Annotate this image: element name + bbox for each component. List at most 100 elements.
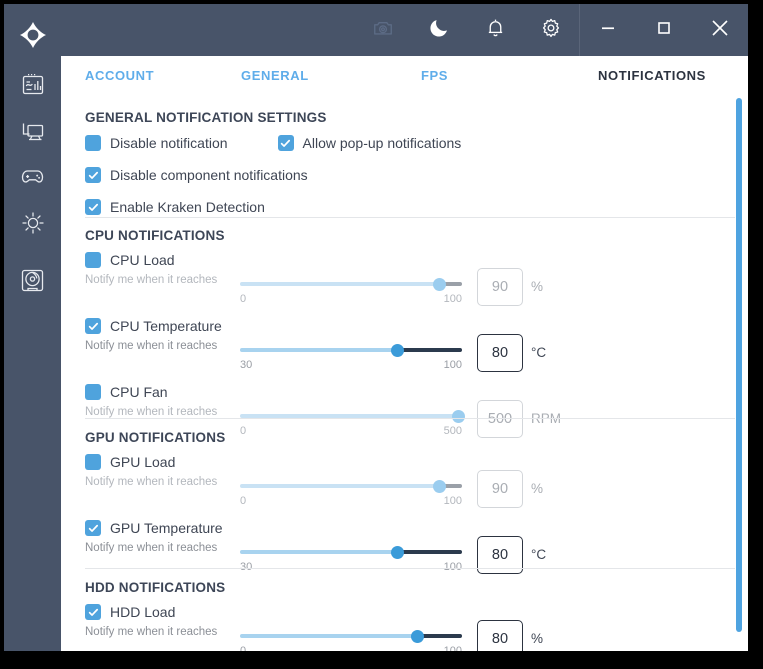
- close-button[interactable]: [692, 4, 748, 56]
- general-checkbox-row-2: Disable component notifications: [85, 164, 735, 186]
- slider-gpu-temperature[interactable]: 30 100: [240, 544, 462, 573]
- checkbox-enable-kraken-detection[interactable]: [85, 199, 101, 215]
- tab-general[interactable]: GENERAL: [241, 56, 309, 96]
- row-cpu-fan: CPU Fan: [85, 381, 735, 403]
- slider-thumb[interactable]: [433, 480, 447, 493]
- screenshot-button[interactable]: [355, 4, 411, 56]
- checkbox-cpu-temperature[interactable]: [85, 318, 101, 334]
- dashboard-chart-icon: [20, 72, 46, 103]
- unit-label: %: [531, 481, 544, 496]
- slider-cpu-temperature[interactable]: 30 100: [240, 342, 462, 371]
- tab-strip: ACCOUNT GENERAL FPS NOTIFICATIONS: [61, 56, 748, 96]
- gamepad-icon: [19, 163, 46, 195]
- input-gpu-load-threshold[interactable]: 90: [477, 470, 523, 508]
- slider-gpu-load[interactable]: 0 100: [240, 478, 462, 507]
- input-cpu-temperature-threshold[interactable]: 80: [477, 334, 523, 372]
- disk-drive-icon: [19, 267, 46, 299]
- tab-fps[interactable]: FPS: [421, 56, 448, 96]
- sidebar: [4, 4, 61, 651]
- row-gpu-temperature: GPU Temperature: [85, 517, 735, 539]
- general-checkbox-row-1: Disable notification Allow pop-up notifi…: [85, 132, 735, 154]
- checkbox-gpu-load[interactable]: [85, 454, 101, 470]
- checkbox-label: Allow pop-up notifications: [302, 135, 462, 151]
- slider-cpu-load[interactable]: 0 100: [240, 276, 462, 305]
- slider-cpu-fan[interactable]: 0 500: [240, 408, 465, 437]
- slider-max-label: 100: [443, 293, 462, 305]
- checkbox-label: GPU Temperature: [110, 520, 223, 536]
- checkbox-cpu-fan[interactable]: [85, 384, 101, 400]
- bell-icon: [485, 17, 506, 43]
- section-title: HDD NOTIFICATIONS: [85, 580, 226, 595]
- checkbox-label: Disable component notifications: [110, 167, 308, 183]
- settings-button[interactable]: [523, 4, 579, 56]
- notify-text: Notify me when it reaches: [85, 626, 218, 638]
- unit-label: °C: [531, 547, 547, 562]
- tab-account[interactable]: ACCOUNT: [85, 56, 154, 96]
- monitor-icon: [20, 118, 46, 149]
- row-hdd-load: HDD Load: [85, 601, 735, 623]
- slider-thumb[interactable]: [391, 546, 405, 559]
- checkbox-label: CPU Fan: [110, 384, 168, 400]
- unit-label: %: [531, 279, 544, 294]
- slider-max-label: 100: [443, 645, 462, 651]
- maximize-button[interactable]: [636, 4, 692, 56]
- slider-hdd-load[interactable]: 0 100: [240, 628, 462, 651]
- section-title: GENERAL NOTIFICATION SETTINGS: [85, 110, 327, 125]
- checkbox-allow-popup-notifications[interactable]: [277, 135, 294, 151]
- app-logo-icon[interactable]: [4, 10, 61, 60]
- row-cpu-temperature: CPU Temperature: [85, 315, 735, 337]
- section-general-notification-settings: GENERAL NOTIFICATION SETTINGS Disable no…: [85, 110, 735, 218]
- slider-thumb[interactable]: [452, 410, 465, 423]
- sidebar-item-games[interactable]: [4, 156, 61, 202]
- sidebar-item-dashboard[interactable]: [4, 64, 61, 110]
- checkbox-label: CPU Load: [110, 252, 175, 268]
- maximize-icon: [655, 19, 673, 42]
- tab-notifications[interactable]: NOTIFICATIONS: [598, 56, 706, 96]
- notify-text: Notify me when it reaches: [85, 406, 218, 418]
- checkbox-gpu-temperature[interactable]: [85, 520, 101, 536]
- sidebar-item-lighting[interactable]: [4, 202, 61, 248]
- app-window: ACCOUNT GENERAL FPS NOTIFICATIONS GENERA…: [4, 4, 748, 651]
- night-mode-button[interactable]: [411, 4, 467, 56]
- scrollbar-thumb[interactable]: [736, 98, 742, 632]
- input-cpu-load-threshold[interactable]: 90: [477, 268, 523, 306]
- notify-text: Notify me when it reaches: [85, 274, 218, 286]
- section-gpu-notifications: GPU NOTIFICATIONS GPU Load Notify me whe…: [85, 430, 735, 574]
- slider-thumb[interactable]: [411, 630, 425, 643]
- sidebar-item-storage[interactable]: [4, 260, 61, 306]
- sidebar-item-pc-monitoring[interactable]: [4, 110, 61, 156]
- close-icon: [709, 17, 731, 44]
- section-divider: [85, 568, 735, 569]
- checkbox-disable-component-notifications[interactable]: [85, 167, 101, 183]
- slider-max-label: 100: [443, 359, 462, 371]
- section-title: GPU NOTIFICATIONS: [85, 430, 226, 445]
- section-title: CPU NOTIFICATIONS: [85, 228, 225, 243]
- slider-thumb[interactable]: [433, 278, 447, 291]
- slider-max-label: 100: [443, 561, 462, 573]
- row-cpu-load: CPU Load: [85, 249, 735, 271]
- moon-icon: [429, 17, 450, 43]
- checkbox-disable-notification[interactable]: [85, 135, 101, 151]
- checkbox-label: Disable notification: [110, 135, 228, 151]
- section-cpu-notifications: CPU NOTIFICATIONS CPU Load Notify me whe…: [85, 228, 735, 438]
- checkbox-label: Enable Kraken Detection: [110, 199, 265, 215]
- threshold-cpu-temperature: Notify me when it reaches 30 100 80 °C: [85, 334, 735, 372]
- gear-icon: [540, 17, 562, 44]
- slider-min-label: 0: [240, 645, 247, 651]
- camera-icon: [372, 17, 394, 44]
- slider-thumb[interactable]: [391, 344, 405, 357]
- slider-max-label: 100: [443, 495, 462, 507]
- checkbox-cpu-load[interactable]: [85, 252, 101, 268]
- checkbox-hdd-load[interactable]: [85, 604, 101, 620]
- section-hdd-notifications: HDD NOTIFICATIONS HDD Load Notify me whe…: [85, 580, 735, 651]
- notifications-button[interactable]: [467, 4, 523, 56]
- titlebar: [61, 4, 748, 56]
- threshold-hdd-load: Notify me when it reaches 0 100 80 %: [85, 620, 735, 651]
- input-hdd-load-threshold[interactable]: 80: [477, 620, 523, 651]
- section-divider: [85, 217, 735, 218]
- minimize-icon: [599, 19, 617, 42]
- general-checkbox-row-3: Enable Kraken Detection: [85, 196, 735, 218]
- minimize-button[interactable]: [580, 4, 636, 56]
- section-divider: [85, 418, 735, 419]
- slider-min-label: 30: [240, 359, 253, 371]
